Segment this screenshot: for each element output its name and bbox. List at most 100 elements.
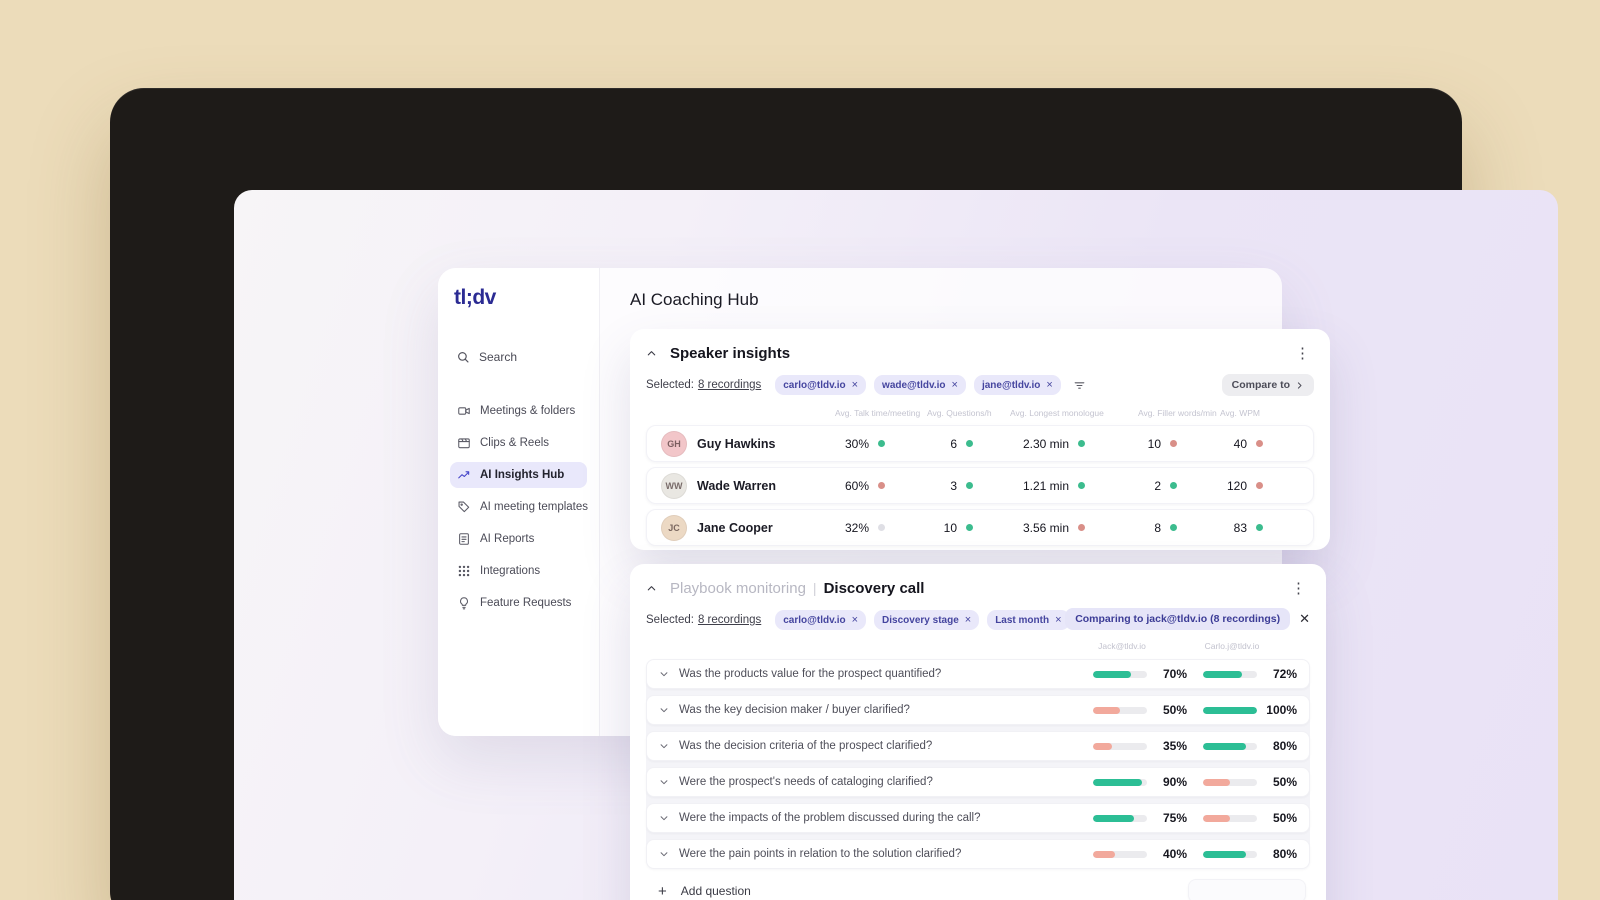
comparing-badge: Comparing to jack@tldv.io (8 recordings)… — [1065, 608, 1310, 630]
chevron-down-icon[interactable] — [659, 849, 669, 859]
question-text: Were the pain points in relation to the … — [679, 848, 962, 860]
talk-time-value: 60% — [844, 478, 869, 493]
filter-chip[interactable]: Last month × — [987, 610, 1070, 630]
screen: tl;dv Search Meetings & folders Clips & … — [234, 190, 1558, 900]
close-icon[interactable]: × — [965, 614, 971, 626]
monologue-value: 2.30 min — [1022, 436, 1069, 451]
table-row[interactable]: WW Wade Warren 60% 3 1.21 min 2 120 — [646, 467, 1314, 504]
sidebar-item-integrations[interactable]: Integrations — [450, 558, 587, 584]
question-row[interactable]: Were the pain points in relation to the … — [646, 839, 1310, 869]
add-question-button[interactable]: + Add question — [646, 876, 1310, 900]
sidebar-item-meetings-folders[interactable]: Meetings & folders — [450, 398, 587, 424]
sidebar-item-ai-meeting-templates[interactable]: AI meeting templates — [450, 494, 589, 520]
monologue-value: 3.56 min — [1022, 520, 1069, 535]
chip-label: Discovery stage — [882, 614, 959, 626]
question-row[interactable]: Were the prospect's needs of cataloging … — [646, 767, 1310, 797]
filter-chip[interactable]: carlo@tldv.io × — [775, 375, 867, 395]
percent-value: 75% — [1162, 811, 1187, 825]
kebab-menu-icon[interactable]: ⋮ — [1287, 579, 1310, 598]
status-dot — [1170, 524, 1177, 531]
status-dot — [878, 524, 885, 531]
question-row[interactable]: Were the impacts of the problem discusse… — [646, 803, 1310, 833]
question-text: Was the products value for the prospect … — [679, 668, 942, 680]
sidebar-item-label: AI Reports — [480, 533, 535, 545]
progress-bar — [1093, 670, 1147, 678]
column-header: Avg. Filler words/min — [1138, 408, 1217, 418]
questions-value: 10 — [943, 520, 957, 535]
filter-chip[interactable]: carlo@tldv.io × — [775, 610, 867, 630]
sidebar-item-feature-requests[interactable]: Feature Requests — [450, 590, 587, 616]
close-icon[interactable]: × — [1055, 614, 1061, 626]
panel-title: Speaker insights — [670, 344, 791, 362]
filter-chip[interactable]: wade@tldv.io × — [874, 375, 966, 395]
status-dot — [1256, 482, 1263, 489]
progress-bar — [1203, 778, 1257, 786]
sidebar-item-clips-reels[interactable]: Clips & Reels — [450, 430, 587, 456]
question-row[interactable]: Was the key decision maker / buyer clari… — [646, 695, 1310, 725]
page-title: AI Coaching Hub — [630, 290, 759, 309]
filter-chips: carlo@tldv.io × Discovery stage × Last mon… — [775, 610, 1070, 630]
column-header: Avg. Questions/h — [927, 408, 992, 418]
sidebar-item-ai-reports[interactable]: AI Reports — [450, 526, 587, 552]
selected-recordings-link[interactable]: 8 recordings — [698, 379, 761, 391]
close-icon[interactable]: × — [1046, 379, 1052, 391]
question-row[interactable]: Was the decision criteria of the prospec… — [646, 731, 1310, 761]
close-icon[interactable]: ✕ — [1299, 611, 1310, 627]
speaker-name: Guy Hawkins — [697, 436, 776, 451]
speaker-table: GH Guy Hawkins 30% 6 2.30 min 10 40 WW W… — [646, 425, 1314, 546]
search-button[interactable]: Search — [450, 350, 587, 364]
progress-bar — [1203, 814, 1257, 822]
status-dot — [966, 482, 973, 489]
sidebar-item-ai-insights-hub[interactable]: AI Insights Hub — [450, 462, 587, 488]
close-icon[interactable]: × — [852, 614, 858, 626]
filter-chip[interactable]: jane@tldv.io × — [973, 375, 1061, 395]
progress-bar — [1093, 706, 1147, 714]
comparing-pill[interactable]: Comparing to jack@tldv.io (8 recordings) — [1065, 608, 1291, 630]
percent-value: 100% — [1266, 703, 1297, 717]
progress-bar — [1093, 742, 1147, 750]
table-row[interactable]: JC Jane Cooper 32% 10 3.56 min 8 83 — [646, 509, 1314, 546]
panel-title-muted: Playbook monitoring — [670, 579, 806, 597]
close-icon[interactable]: × — [952, 379, 958, 391]
status-dot — [1170, 482, 1177, 489]
percent-value: 50% — [1272, 775, 1297, 789]
search-icon — [456, 350, 470, 364]
chevron-down-icon[interactable] — [659, 705, 669, 715]
close-icon[interactable]: × — [852, 379, 858, 391]
status-dot — [1078, 440, 1085, 447]
chevron-down-icon[interactable] — [659, 669, 669, 679]
table-row[interactable]: GH Guy Hawkins 30% 6 2.30 min 10 40 — [646, 425, 1314, 462]
status-dot — [878, 482, 885, 489]
speaker-insights-panel: Speaker insights ⋮ Selected: 8 recording… — [630, 329, 1330, 557]
compare-to-button[interactable]: Compare to — [1221, 374, 1314, 396]
chip-label: Last month — [995, 614, 1050, 626]
chip-label: carlo@tldv.io — [783, 614, 846, 626]
status-dot — [1078, 524, 1085, 531]
sidebar-item-label: Meetings & folders — [480, 405, 576, 417]
percent-value: 90% — [1162, 775, 1187, 789]
sidebar-item-label: AI meeting templates — [480, 501, 589, 513]
question-row[interactable]: Was the products value for the prospect … — [646, 659, 1310, 689]
chevron-down-icon[interactable] — [659, 777, 669, 787]
filter-icon[interactable] — [1073, 379, 1086, 392]
percent-value: 35% — [1162, 739, 1187, 753]
title-separator: | — [812, 580, 817, 596]
status-dot — [966, 524, 973, 531]
speaker-name: Jane Cooper — [697, 520, 773, 535]
chevron-down-icon[interactable] — [659, 741, 669, 751]
sidebar-item-label: Feature Requests — [480, 597, 572, 609]
percent-value: 50% — [1272, 811, 1297, 825]
kebab-menu-icon[interactable]: ⋮ — [1291, 344, 1314, 363]
playbook-column-headers: Jack@tldv.io Carlo.j@tldv.io — [646, 641, 1310, 655]
chevron-down-icon[interactable] — [659, 813, 669, 823]
selected-recordings-link[interactable]: 8 recordings — [698, 614, 761, 626]
chevron-right-icon — [1297, 381, 1302, 389]
speaker-insights-header: Speaker insights ⋮ — [646, 341, 1314, 365]
column-header: Avg. WPM — [1220, 408, 1260, 418]
collapse-chevron-up-icon[interactable] — [646, 583, 662, 594]
filter-chip[interactable]: Discovery stage × — [874, 610, 980, 630]
progress-bar — [1203, 670, 1257, 678]
collapse-chevron-up-icon[interactable] — [646, 348, 662, 359]
lightbulb-icon — [457, 596, 471, 610]
tag-icon — [457, 500, 471, 514]
